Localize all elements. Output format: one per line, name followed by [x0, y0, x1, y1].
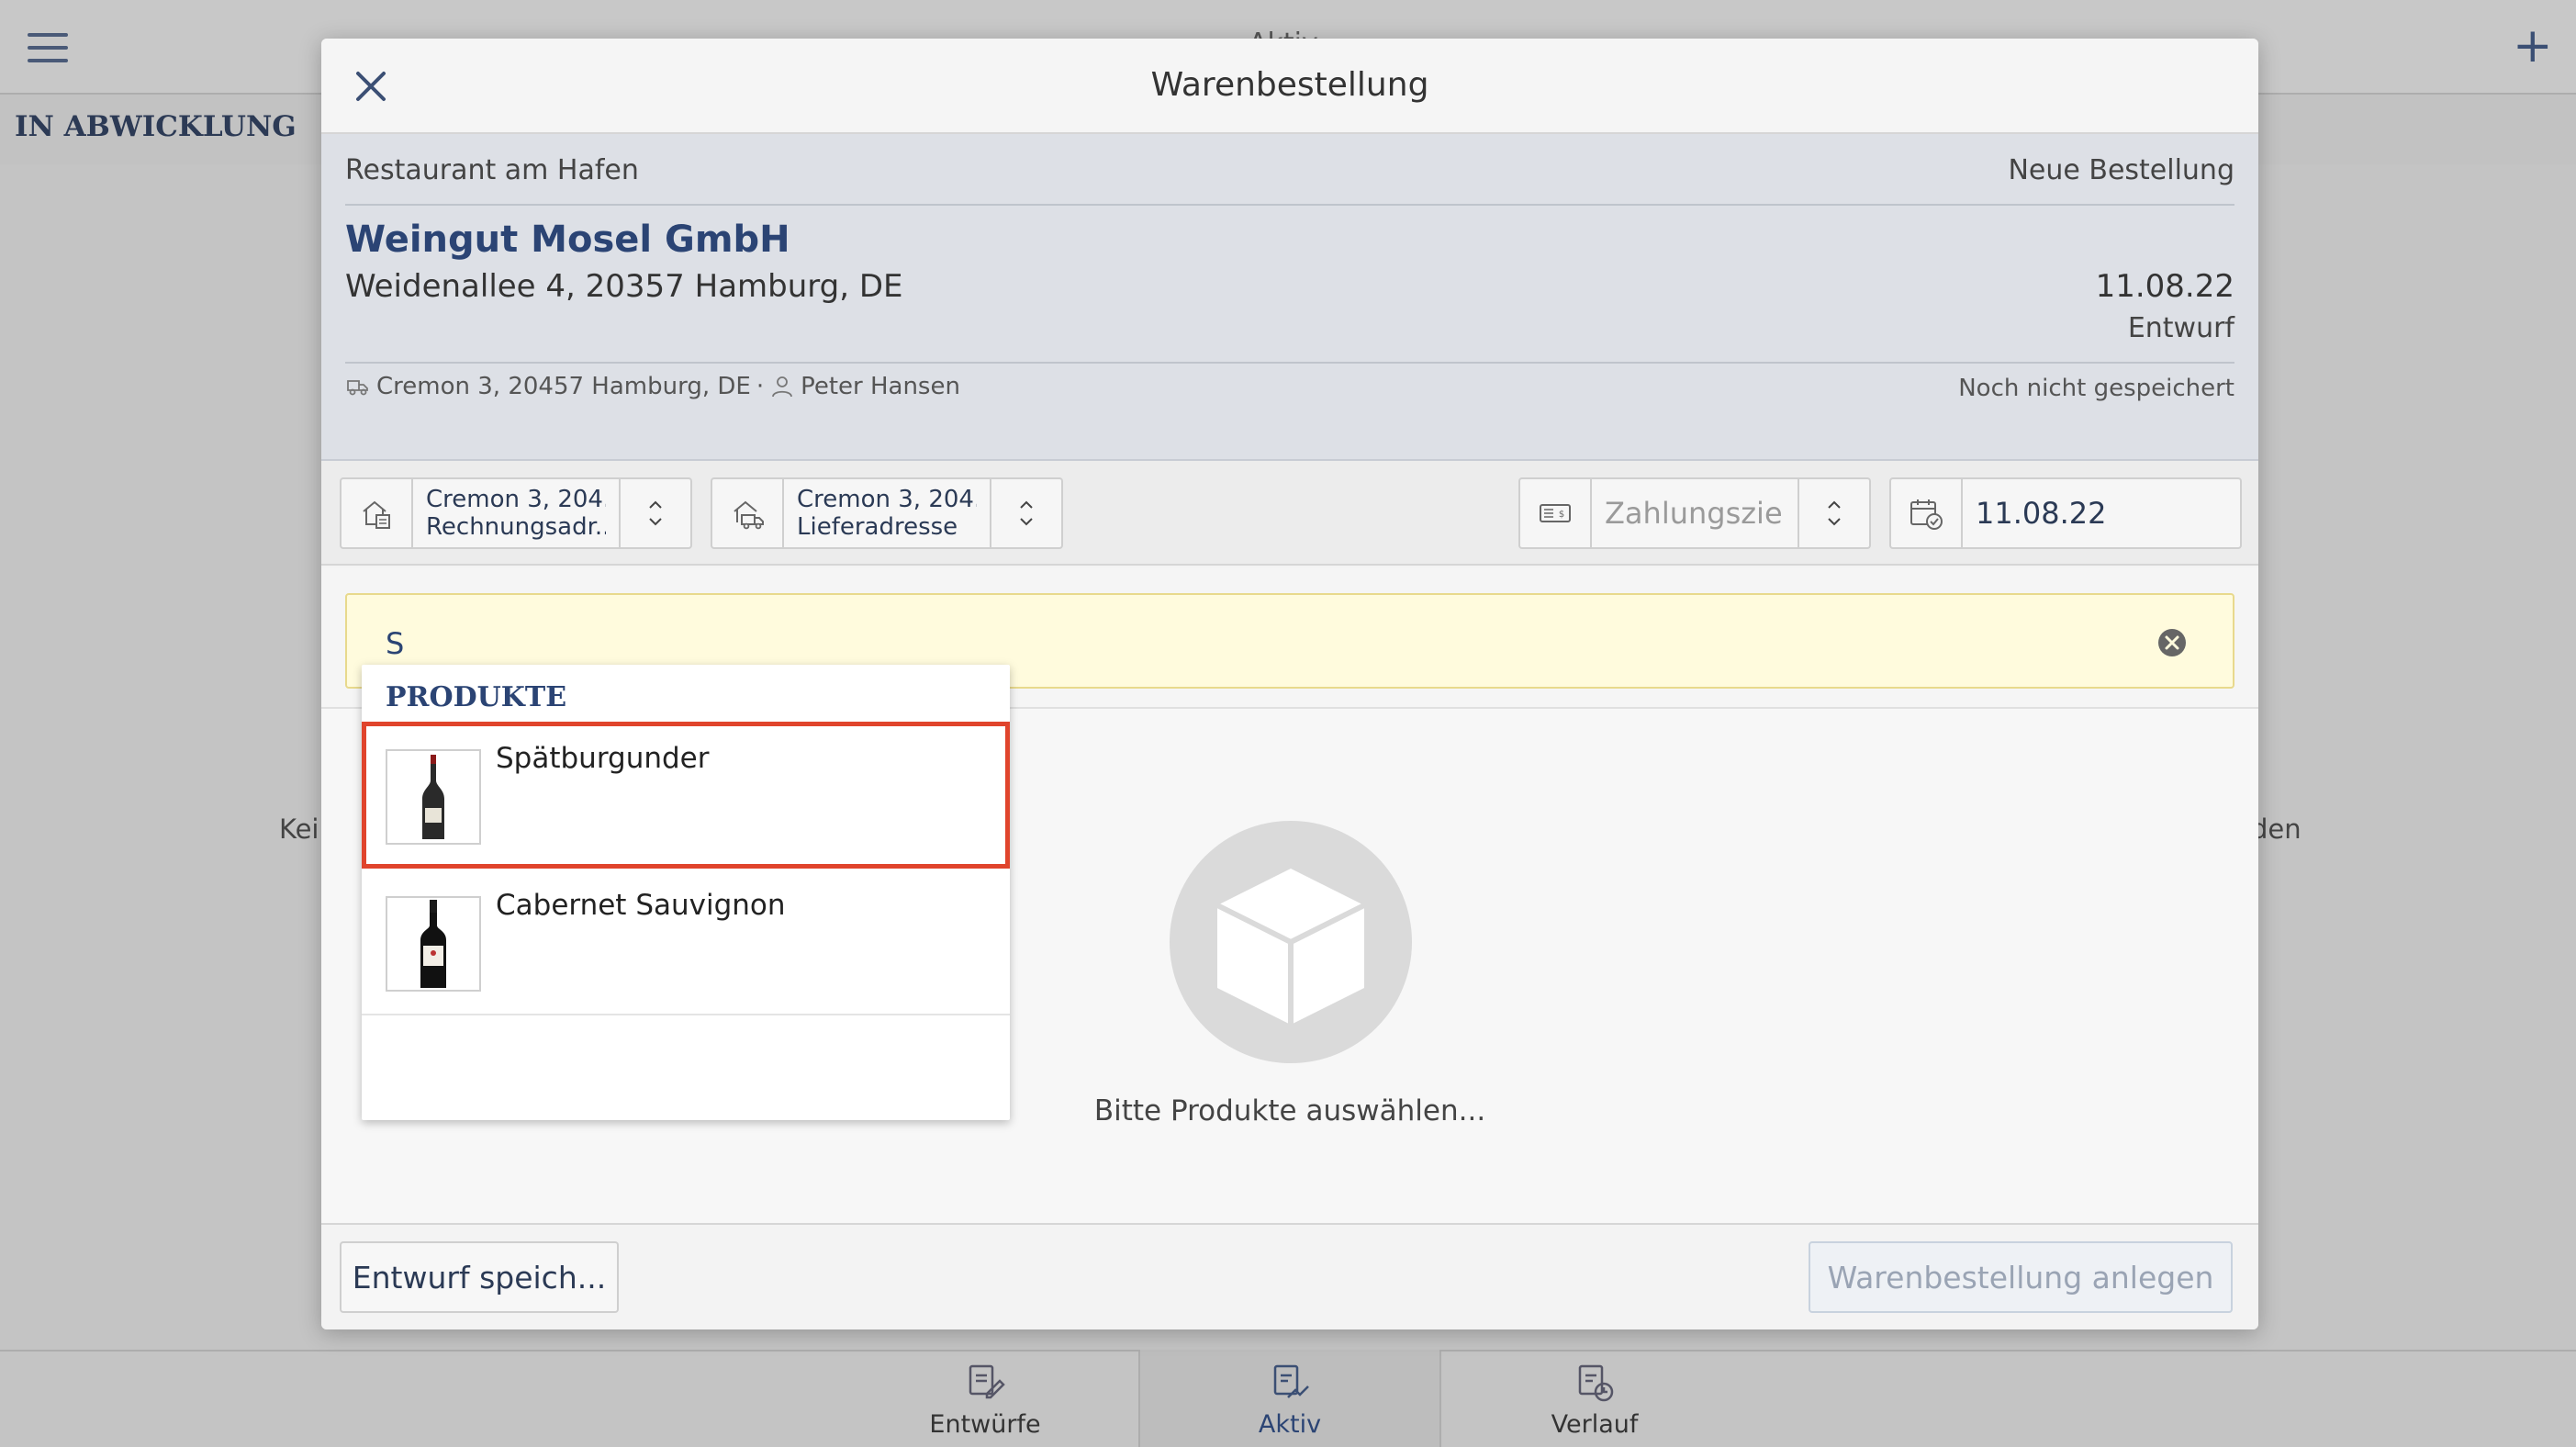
person-icon [772, 376, 792, 398]
wine-bottle-icon [422, 755, 444, 839]
box-icon [1215, 869, 1366, 1025]
delivery-info: Cremon 3, 20457 Hamburg, DE · Peter Hans… [345, 373, 960, 400]
modal-title: Warenbestellung [1150, 66, 1429, 104]
tab-label: Verlauf [1551, 1410, 1639, 1439]
tab-label: Entwürfe [929, 1410, 1041, 1439]
suggestion-item[interactable]: Cabernet Sauvignon [362, 869, 1010, 1015]
supplier-address: Weidenallee 4, 20357 Hamburg, DE [345, 268, 903, 305]
payment-icon-cell: $ [1520, 479, 1592, 547]
billing-address-text: Cremon 3, 204... Rechnungsadr... [413, 479, 619, 547]
shipping-address-select[interactable]: Cremon 3, 204... Lieferadresse [711, 477, 1063, 549]
billing-address-select[interactable]: Cremon 3, 204... Rechnungsadr... [340, 477, 692, 549]
billing-stepper[interactable] [619, 479, 690, 547]
billing-address-icon [363, 500, 390, 529]
shipping-address-icon-cell [712, 479, 784, 547]
history-icon [1578, 1364, 1614, 1402]
delivery-date-value: 11.08.22 [1976, 496, 2107, 531]
product-thumbnail [386, 896, 481, 992]
payment-terms-text: Zahlungszie..... [1592, 479, 1798, 547]
delivery-date-field[interactable]: 11.08.22 [1889, 477, 2242, 549]
shipping-address-value: Cremon 3, 204... [797, 486, 977, 513]
tab-verlauf[interactable]: Verlauf [1443, 1350, 1746, 1447]
payment-terms-placeholder: Zahlungszie..... [1605, 496, 1785, 531]
chevron-up-down-icon [1020, 500, 1033, 526]
shipping-address-label: Lieferadresse [797, 513, 958, 541]
restaurant-name: Restaurant am Hafen [345, 154, 639, 186]
delivery-address: Cremon 3, 20457 Hamburg, DE [376, 373, 751, 400]
supplier-name[interactable]: Weingut Mosel GmbH [345, 219, 790, 261]
background-text-left: Kei [279, 813, 319, 845]
shipping-address-text: Cremon 3, 204... Lieferadresse [784, 479, 990, 547]
divider [345, 204, 2234, 206]
dropdown-header: PRODUKTE [386, 681, 567, 713]
modal-footer: Entwurf speich... Warenbestellung anlege… [321, 1223, 2258, 1329]
product-name: Spätburgunder [496, 742, 710, 775]
empty-box-icon [1170, 821, 1412, 1063]
delivery-date-text: 11.08.22 [1963, 479, 2240, 547]
billing-address-icon-cell [342, 479, 413, 547]
order-fields: Cremon 3, 204... Rechnungsadr... Cremon [321, 461, 2258, 566]
active-orders-icon [1273, 1364, 1309, 1398]
drafts-icon [969, 1364, 1005, 1399]
order-type: Neue Bestellung [2008, 154, 2234, 186]
save-state: Noch nicht gespeichert [1958, 375, 2234, 402]
add-icon[interactable]: + [2513, 20, 2553, 72]
tab-entwuerfe[interactable]: Entwürfe [834, 1350, 1137, 1447]
divider [345, 362, 2234, 364]
save-draft-button[interactable]: Entwurf speich... [340, 1241, 619, 1313]
calendar-icon-cell [1891, 479, 1963, 547]
create-order-button[interactable]: Warenbestellung anlegen [1809, 1241, 2233, 1313]
shipping-stepper[interactable] [990, 479, 1061, 547]
search-query: S [386, 626, 405, 661]
billing-address-label: Rechnungsadr... [426, 513, 606, 541]
chevron-up-down-icon [649, 500, 662, 526]
tab-label: Aktiv [1258, 1410, 1322, 1439]
order-info-panel: Restaurant am Hafen Neue Bestellung Wein… [321, 134, 2258, 461]
product-suggestions-dropdown: PRODUKTE Spätburgunder Cabernet Sauvigno… [362, 665, 1010, 1120]
chevron-up-down-icon [1828, 500, 1841, 526]
modal-header: Warenbestellung [321, 39, 2258, 134]
separator-dot: · [756, 373, 765, 400]
svg-text:$: $ [1559, 510, 1564, 520]
tab-aktiv[interactable]: Aktiv [1138, 1350, 1441, 1447]
section-label: IN ABWICKLUNG [15, 110, 297, 143]
menu-icon[interactable] [28, 33, 68, 62]
calendar-icon [1910, 499, 1943, 530]
billing-address-value: Cremon 3, 204... [426, 486, 606, 513]
order-date: 11.08.22 [2095, 268, 2234, 305]
background-text-right: den [2251, 813, 2302, 845]
contact-name: Peter Hansen [801, 373, 960, 400]
order-status: Entwurf [2127, 312, 2234, 344]
clear-search-icon[interactable] [2154, 624, 2190, 661]
delivery-truck-icon [347, 380, 368, 396]
payment-icon: $ [1540, 504, 1571, 522]
suggestion-item[interactable]: Spätburgunder [362, 722, 1010, 869]
shipping-address-icon [734, 500, 764, 530]
wine-bottle-icon [420, 900, 446, 988]
payment-stepper[interactable] [1798, 479, 1869, 547]
product-thumbnail [386, 749, 481, 845]
product-name: Cabernet Sauvignon [496, 889, 786, 922]
payment-terms-select[interactable]: $ Zahlungszie..... [1518, 477, 1871, 549]
